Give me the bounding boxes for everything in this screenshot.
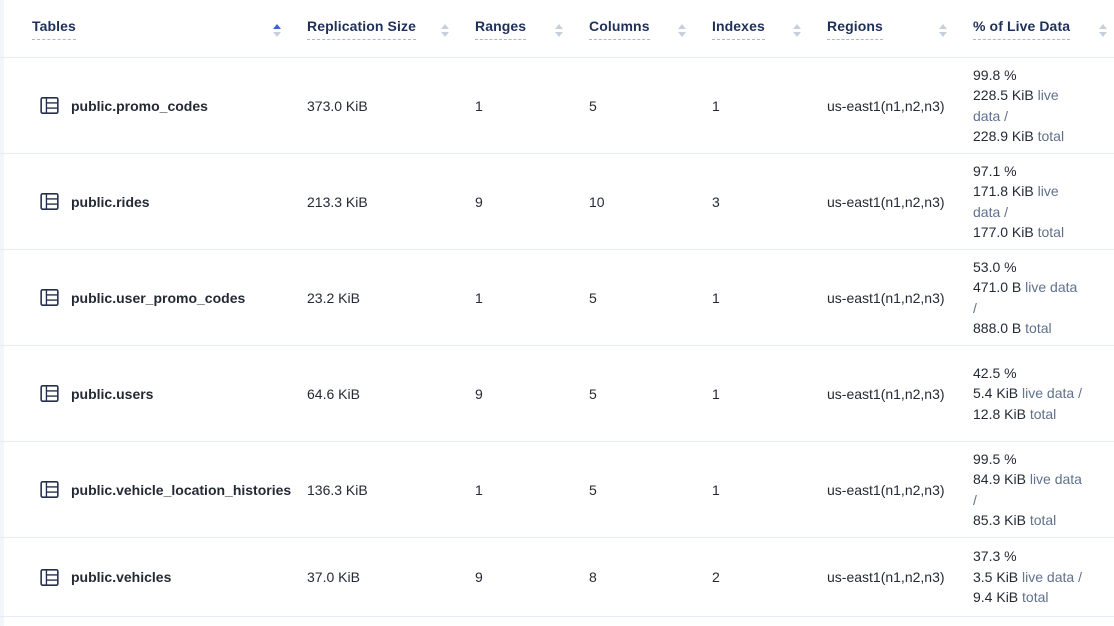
- table-row: public.rides 213.3 KiB 9 10 3 us-east1(n…: [0, 154, 1114, 250]
- indexes-value: 2: [712, 569, 827, 585]
- column-header-ranges[interactable]: Ranges: [475, 0, 589, 57]
- sort-icon[interactable]: [793, 20, 801, 37]
- columns-value: 5: [589, 98, 712, 114]
- live-data-size: 3.5 KiB live data /: [973, 567, 1084, 588]
- indexes-value: 1: [712, 386, 827, 402]
- live-data-cell: 97.1 % 171.8 KiB live data / 177.0 KiB t…: [973, 161, 1114, 243]
- table-name-link[interactable]: public.promo_codes: [71, 98, 208, 114]
- live-data-size: 471.0 B live data /: [973, 277, 1084, 318]
- live-data-percent: 53.0 %: [973, 257, 1084, 278]
- column-header-regions[interactable]: Regions: [827, 0, 973, 57]
- live-data-cell: 42.5 % 5.4 KiB live data / 12.8 KiB tota…: [973, 363, 1114, 425]
- table-icon: [40, 568, 59, 587]
- column-header-label[interactable]: Columns: [589, 18, 650, 40]
- total-data-size: 12.8 KiB total: [973, 404, 1084, 425]
- live-data-cell: 53.0 % 471.0 B live data / 888.0 B total: [973, 257, 1114, 339]
- table-name-link[interactable]: public.user_promo_codes: [71, 290, 245, 306]
- live-data-size: 5.4 KiB live data /: [973, 383, 1084, 404]
- total-data-size: 177.0 KiB total: [973, 222, 1084, 243]
- live-data-percent: 99.5 %: [973, 449, 1084, 470]
- sort-icon[interactable]: [273, 20, 281, 37]
- column-header-indexes[interactable]: Indexes: [712, 0, 827, 57]
- columns-value: 5: [589, 386, 712, 402]
- table-name-link[interactable]: public.vehicle_location_histories: [71, 482, 291, 498]
- table-row: public.vehicles 37.0 KiB 9 8 2 us-east1(…: [0, 538, 1114, 617]
- table-row: public.user_promo_codes 23.2 KiB 1 5 1 u…: [0, 250, 1114, 346]
- ranges-value: 9: [475, 386, 589, 402]
- column-header-tables[interactable]: Tables: [0, 0, 307, 57]
- regions-value: us-east1(n1,n2,n3): [827, 569, 973, 585]
- live-data-size: 171.8 KiB live data /: [973, 181, 1084, 222]
- total-data-size: 85.3 KiB total: [973, 510, 1084, 531]
- total-data-size: 9.4 KiB total: [973, 587, 1084, 608]
- sort-icon[interactable]: [555, 20, 563, 37]
- replication-size-value: 23.2 KiB: [307, 290, 475, 306]
- live-data-cell: 99.5 % 84.9 KiB live data / 85.3 KiB tot…: [973, 449, 1114, 531]
- live-data-cell: 37.3 % 3.5 KiB live data / 9.4 KiB total: [973, 546, 1114, 608]
- column-header-label[interactable]: Ranges: [475, 18, 526, 40]
- live-data-size: 84.9 KiB live data /: [973, 469, 1084, 510]
- column-header-label[interactable]: % of Live Data: [973, 18, 1070, 40]
- replication-size-value: 373.0 KiB: [307, 98, 475, 114]
- ranges-value: 1: [475, 482, 589, 498]
- column-header-columns[interactable]: Columns: [589, 0, 712, 57]
- indexes-value: 3: [712, 194, 827, 210]
- ranges-value: 9: [475, 569, 589, 585]
- indexes-value: 1: [712, 482, 827, 498]
- live-data-percent: 37.3 %: [973, 546, 1084, 567]
- table-icon: [40, 192, 59, 211]
- columns-value: 10: [589, 194, 712, 210]
- ranges-value: 1: [475, 290, 589, 306]
- column-header-replication-size[interactable]: Replication Size: [307, 0, 475, 57]
- indexes-value: 1: [712, 290, 827, 306]
- table-icon: [40, 96, 59, 115]
- database-tables-table: Tables Replication Size Ranges Columns I…: [0, 0, 1114, 617]
- columns-value: 5: [589, 290, 712, 306]
- table-name-link[interactable]: public.rides: [71, 194, 150, 210]
- regions-value: us-east1(n1,n2,n3): [827, 194, 973, 210]
- column-header-label[interactable]: Tables: [32, 18, 76, 40]
- ranges-value: 1: [475, 98, 589, 114]
- table-header-row: Tables Replication Size Ranges Columns I…: [0, 0, 1114, 58]
- column-header-label[interactable]: Replication Size: [307, 18, 416, 40]
- table-row: public.vehicle_location_histories 136.3 …: [0, 442, 1114, 538]
- regions-value: us-east1(n1,n2,n3): [827, 386, 973, 402]
- column-header-label[interactable]: Regions: [827, 18, 883, 40]
- sort-icon[interactable]: [441, 20, 449, 37]
- columns-value: 8: [589, 569, 712, 585]
- ranges-value: 9: [475, 194, 589, 210]
- table-name-link[interactable]: public.vehicles: [71, 569, 171, 585]
- sort-icon[interactable]: [939, 20, 947, 37]
- replication-size-value: 213.3 KiB: [307, 194, 475, 210]
- sort-icon[interactable]: [1099, 20, 1107, 37]
- live-data-size: 228.5 KiB live data /: [973, 85, 1084, 126]
- table-name-link[interactable]: public.users: [71, 386, 153, 402]
- table-icon: [40, 480, 59, 499]
- live-data-percent: 99.8 %: [973, 65, 1084, 86]
- table-icon: [40, 288, 59, 307]
- total-data-size: 228.9 KiB total: [973, 126, 1084, 147]
- live-data-percent: 42.5 %: [973, 363, 1084, 384]
- column-header-live-data[interactable]: % of Live Data: [973, 0, 1114, 57]
- regions-value: us-east1(n1,n2,n3): [827, 482, 973, 498]
- replication-size-value: 37.0 KiB: [307, 569, 475, 585]
- sort-icon[interactable]: [678, 20, 686, 37]
- column-header-label[interactable]: Indexes: [712, 18, 765, 40]
- replication-size-value: 64.6 KiB: [307, 386, 475, 402]
- columns-value: 5: [589, 482, 712, 498]
- table-icon: [40, 384, 59, 403]
- regions-value: us-east1(n1,n2,n3): [827, 98, 973, 114]
- indexes-value: 1: [712, 98, 827, 114]
- table-row: public.users 64.6 KiB 9 5 1 us-east1(n1,…: [0, 346, 1114, 442]
- live-data-cell: 99.8 % 228.5 KiB live data / 228.9 KiB t…: [973, 65, 1114, 147]
- replication-size-value: 136.3 KiB: [307, 482, 475, 498]
- live-data-percent: 97.1 %: [973, 161, 1084, 182]
- table-row: public.promo_codes 373.0 KiB 1 5 1 us-ea…: [0, 58, 1114, 154]
- tables-page: Tables Replication Size Ranges Columns I…: [0, 0, 1114, 626]
- regions-value: us-east1(n1,n2,n3): [827, 290, 973, 306]
- total-data-size: 888.0 B total: [973, 318, 1084, 339]
